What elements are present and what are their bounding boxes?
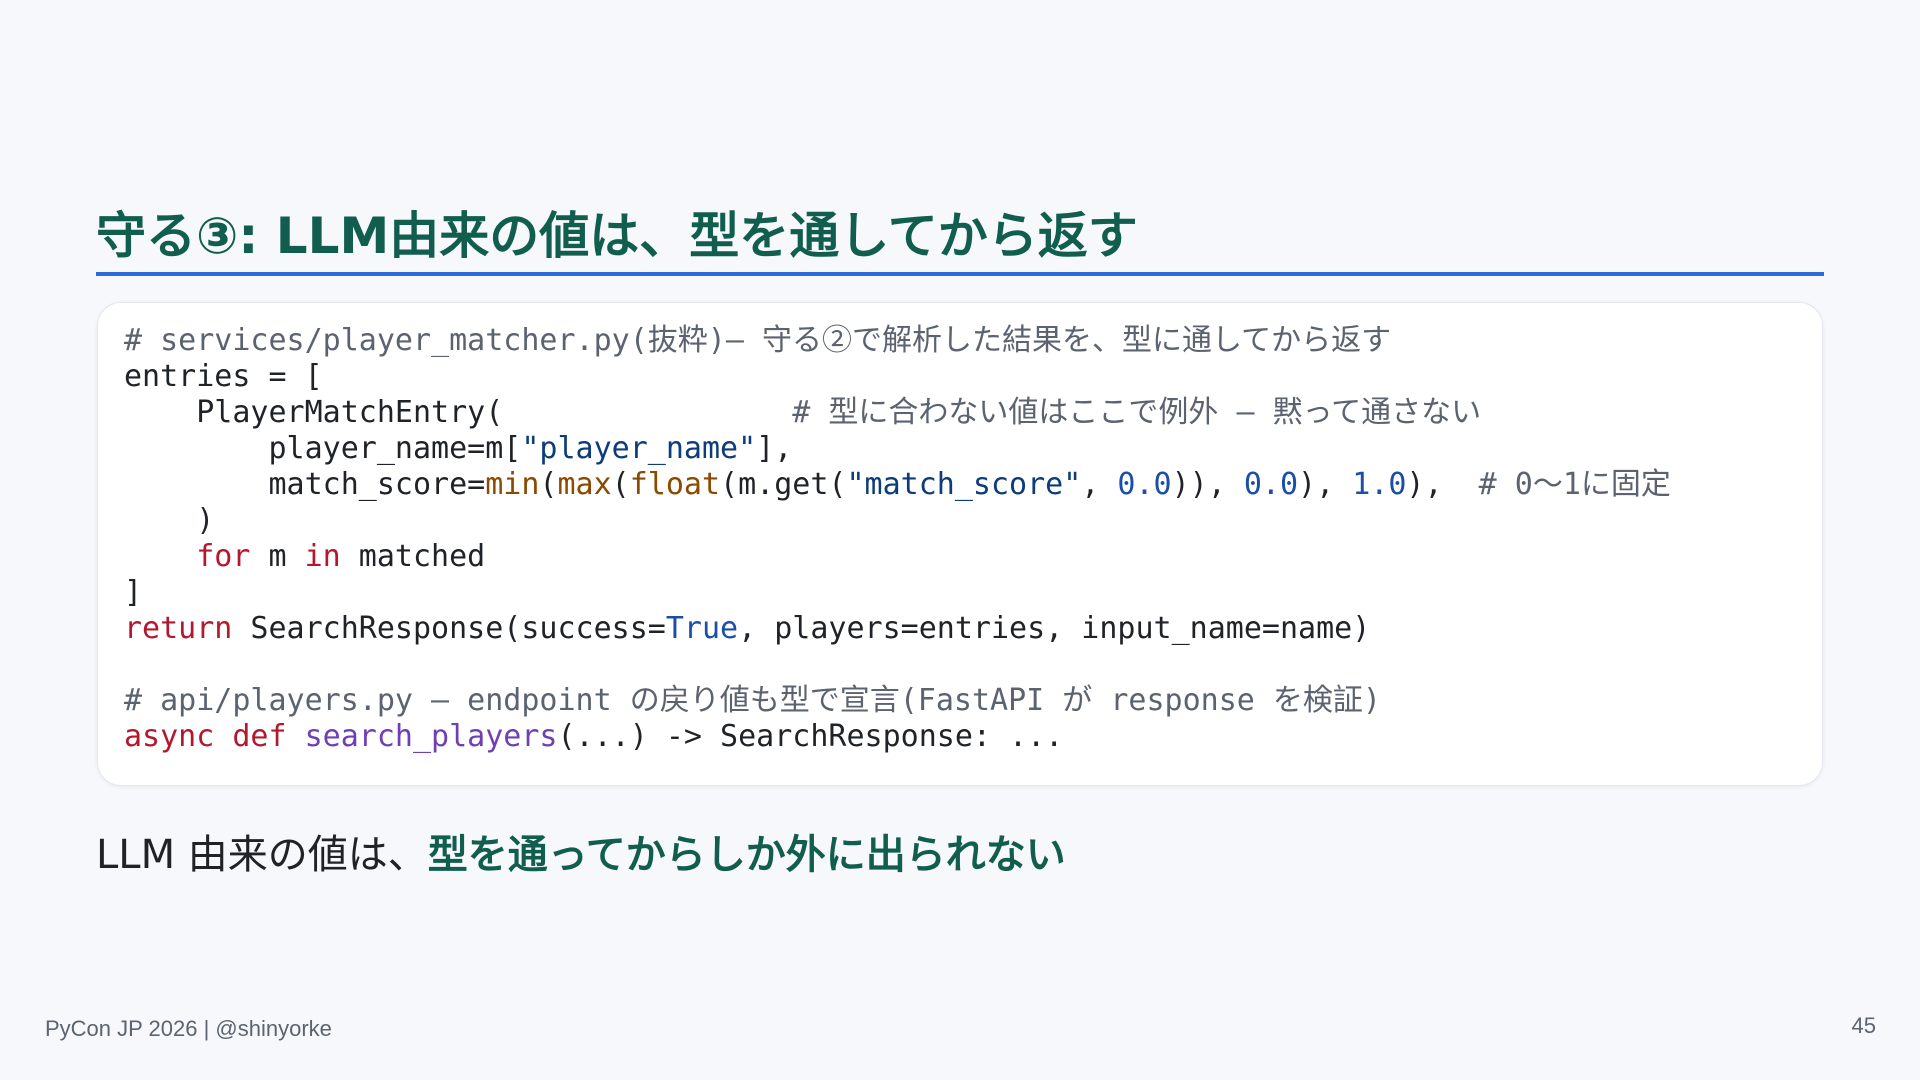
code-line: match_score=min(max(float(m.get("match_s…	[124, 467, 1671, 503]
title-underline	[96, 272, 1824, 276]
code-line: # services/player_matcher.py(抜粋)— 守る②で解析…	[124, 323, 1671, 359]
code-token-plain: SearchResponse(success=	[232, 611, 666, 646]
code-line: for m in matched	[124, 539, 1671, 575]
code-token-plain: ]	[124, 575, 143, 610]
code-token-plain: )	[124, 503, 215, 538]
code-token-num: 0.0	[1243, 467, 1299, 502]
code-token-plain: PlayerMatchEntry(	[124, 395, 504, 430]
footer-credit: PyCon JP 2026 | @shinyorke	[45, 1016, 332, 1041]
code-token-plain: ),	[1298, 467, 1353, 502]
code-token-builtin: max	[557, 467, 612, 502]
code-token-builtin: min	[485, 467, 540, 502]
code-line: async def search_players(...) -> SearchR…	[124, 719, 1671, 755]
code-token-comment: # 0〜1に固定	[1478, 467, 1671, 502]
code-token-func: search_players	[304, 719, 558, 754]
summary-emphasis: 型を通ってからしか外に出られない	[427, 832, 1066, 878]
code-line: PlayerMatchEntry( # 型に合わない値はここで例外 — 黙って通…	[124, 395, 1671, 431]
code-token-kw: return	[124, 611, 233, 646]
code-token-comment: # api/players.py — endpoint の戻り値も型で宣言(Fa…	[124, 683, 1381, 718]
code-token-plain: (m.get(	[720, 467, 847, 502]
code-token-comment: # 型に合わない値はここで例外 — 黙って通さない	[503, 395, 1482, 430]
code-line: entries = [	[124, 359, 1671, 395]
code-line: ]	[124, 575, 1671, 611]
code-token-num: 0.0	[1117, 467, 1172, 502]
code-token-plain: match_score=	[124, 467, 486, 502]
slide: 守る③: LLM由来の値は、型を通してから返す # services/playe…	[0, 0, 1920, 1080]
code-token-num: 1.0	[1352, 467, 1407, 502]
code-token-plain: m	[250, 539, 305, 574]
code-token-plain: player_name=m[	[124, 431, 522, 466]
summary-text: LLM 由来の値は、型を通ってからしか外に出られない	[96, 822, 1066, 880]
code-line: player_name=m["player_name"],	[124, 431, 1671, 467]
code-token-kw: def	[232, 719, 287, 754]
code-token-builtin: float	[629, 467, 721, 502]
code-token-plain: ,	[1081, 467, 1118, 502]
summary-plain: LLM 由来の値は、	[96, 832, 428, 878]
code-line: return SearchResponse(success=True, play…	[124, 611, 1671, 647]
code-token-str: "match_score"	[846, 467, 1082, 502]
code-block: # services/player_matcher.py(抜粋)— 守る②で解析…	[97, 302, 1823, 786]
code-token-kw: for	[196, 539, 251, 574]
code-token-plain: matched	[340, 539, 486, 574]
code-line: )	[124, 503, 1671, 539]
code-token-kw: in	[304, 539, 341, 574]
code-line: # api/players.py — endpoint の戻り値も型で宣言(Fa…	[124, 683, 1671, 719]
code-token-plain: ],	[756, 431, 793, 466]
code-token-kw: async	[124, 719, 215, 754]
page-number: 45	[1851, 1013, 1876, 1038]
code-token-plain: )),	[1171, 467, 1244, 502]
code-token-plain: entries = [	[124, 359, 323, 394]
slide-title: 守る③: LLM由来の値は、型を通してから返す	[96, 207, 1138, 265]
code-token-plain: (...) -> SearchResponse: ...	[557, 719, 1064, 754]
code-token-plain: (	[539, 467, 558, 502]
code-token-str: "player_name"	[521, 431, 757, 466]
code-token-plain: , players=entries, input_name=name)	[738, 611, 1371, 646]
code-listing: # services/player_matcher.py(抜粋)— 守る②で解析…	[124, 323, 1671, 755]
code-token-comment: # services/player_matcher.py(抜粋)— 守る②で解析…	[124, 323, 1392, 358]
code-token-plain: (	[611, 467, 630, 502]
code-token-const: True	[665, 611, 739, 646]
code-token-plain: ),	[1406, 467, 1479, 502]
